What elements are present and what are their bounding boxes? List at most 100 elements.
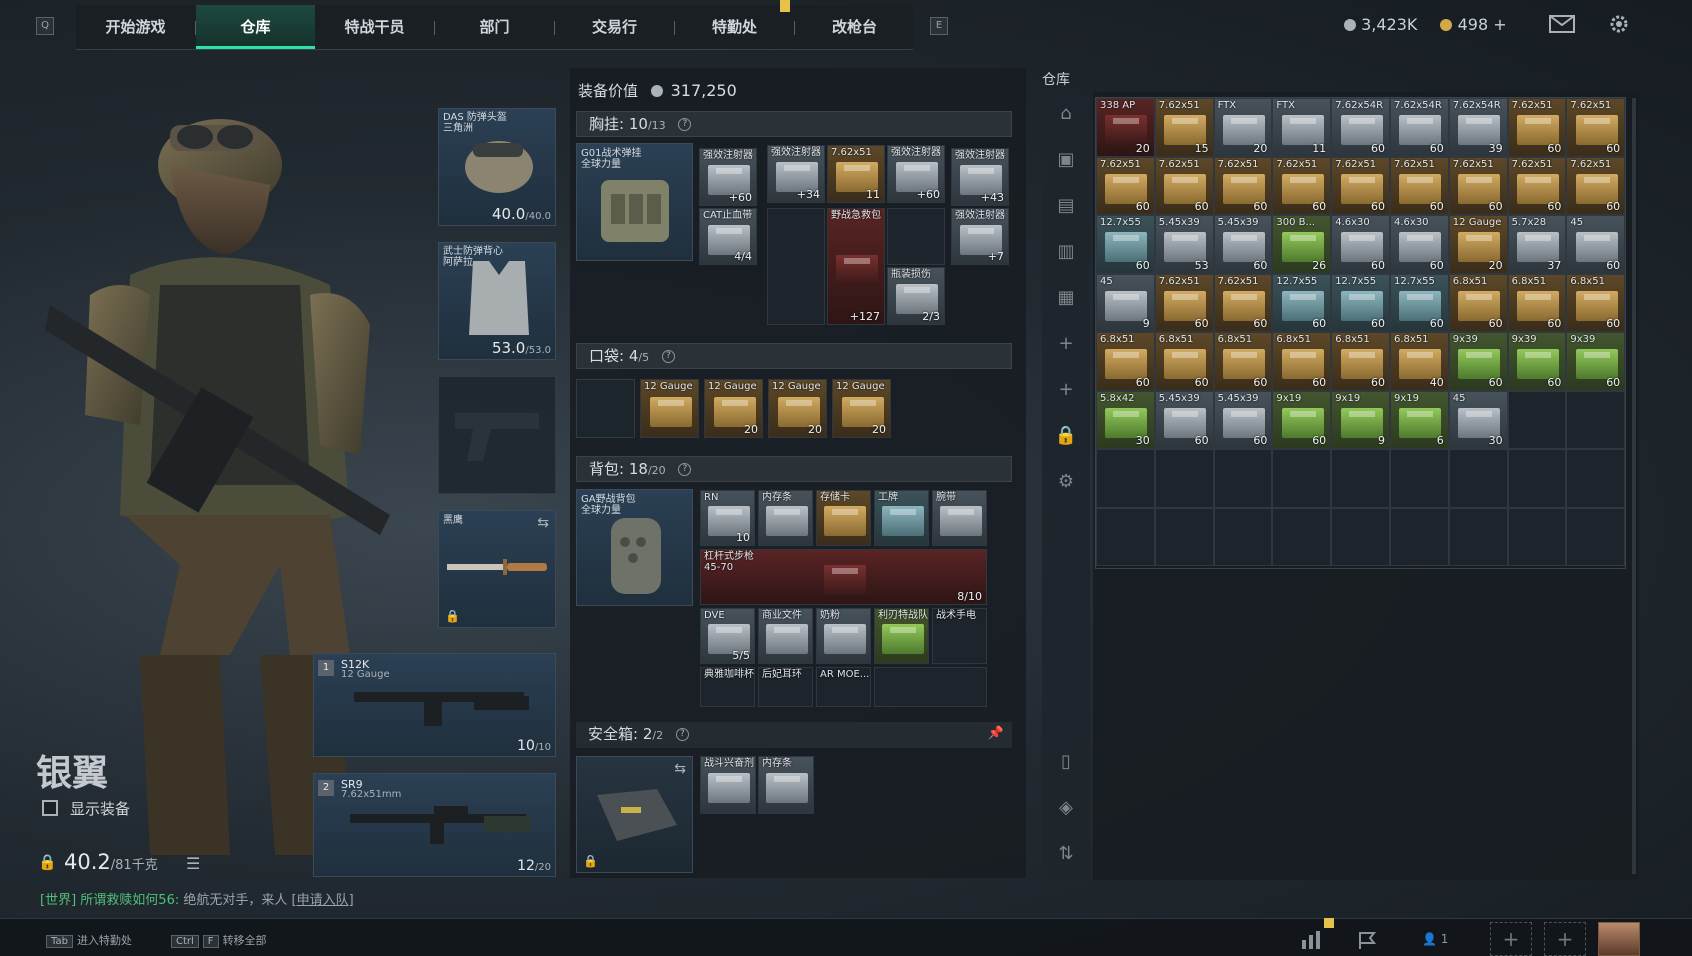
stash-item[interactable]: 7.62x54R 60: [1390, 98, 1449, 157]
stash-empty-cell[interactable]: [1448, 507, 1508, 566]
backpack-empty-slot[interactable]: [874, 667, 987, 707]
tab-department[interactable]: 部门: [435, 5, 554, 49]
primary-weapon-slot[interactable]: 1 S12K 12 Gauge 10/10: [313, 653, 556, 757]
stash-empty-cell[interactable]: [1566, 507, 1626, 566]
show-gear-checkbox[interactable]: [42, 800, 58, 816]
stash-item[interactable]: 6.8x51 60: [1272, 332, 1332, 391]
stash-item[interactable]: 5.45x39 60: [1213, 215, 1273, 274]
melee-slot[interactable]: 黑鹰 ⇆ 🔒: [438, 510, 556, 628]
stash-empty-cell[interactable]: [1566, 449, 1626, 508]
stash-item[interactable]: 9x19 9: [1331, 390, 1390, 449]
camera-icon[interactable]: ▣: [1052, 146, 1080, 174]
safebox-item[interactable]: ⇆ 🔒: [576, 756, 693, 873]
stash-empty-cell[interactable]: [1331, 507, 1390, 566]
stash-item[interactable]: 7.62x54R 39: [1448, 98, 1508, 157]
stash-item[interactable]: 7.62x51 60: [1154, 273, 1214, 332]
stash-empty-cell[interactable]: [1154, 449, 1214, 508]
secondary-weapon-slot[interactable]: 2 SR9 7.62x51mm 12/20: [313, 773, 556, 877]
plus-icon[interactable]: +: [1052, 376, 1080, 404]
stash-item[interactable]: 9x39 60: [1507, 332, 1567, 391]
backpack-item-slot[interactable]: 典雅咖啡杯: [700, 667, 755, 707]
stash-empty-cell[interactable]: [1154, 507, 1214, 566]
layers-icon[interactable]: ◈: [1052, 794, 1080, 822]
stash-item[interactable]: 7.62x51 60: [1154, 156, 1214, 215]
chest-rig-item-slot[interactable]: 强效注射器 +7: [951, 208, 1009, 265]
stash-item[interactable]: 5.8x42 30: [1096, 390, 1155, 449]
pocket-item-slot[interactable]: 12 Gauge 20: [832, 379, 891, 438]
backpack-item-slot[interactable]: 杠杆式步枪 45-70 8/10: [700, 549, 987, 605]
stash-item[interactable]: FTX 11: [1272, 98, 1332, 157]
pocket-item-slot[interactable]: 12 Gauge 20: [704, 379, 763, 438]
stash-item[interactable]: 12.7x55 60: [1272, 273, 1332, 332]
add-teammate-button[interactable]: +: [1544, 922, 1586, 956]
stash-item[interactable]: 5.45x39 60: [1154, 390, 1214, 449]
backpack-item-slot[interactable]: AR MOE...: [816, 667, 871, 707]
chest-rig-item-slot[interactable]: 瓶装损伤 2/3: [887, 267, 945, 325]
stash-item[interactable]: 6.8x51 60: [1154, 332, 1214, 391]
swap-icon[interactable]: ⇆: [674, 761, 686, 777]
swap-icon[interactable]: ⇆: [537, 515, 549, 531]
image-icon[interactable]: ▦: [1052, 284, 1080, 312]
stash-item[interactable]: 300 B... 26: [1272, 215, 1332, 274]
stash-item[interactable]: 7.62x51 60: [1331, 156, 1390, 215]
backpack-item-slot[interactable]: DVE 5/5: [700, 608, 755, 664]
help-icon[interactable]: ?: [678, 118, 692, 131]
stash-item[interactable]: 7.62x51 60: [1507, 98, 1567, 157]
tab-trading[interactable]: 交易行: [555, 5, 674, 49]
lock-icon[interactable]: 🔒: [1052, 422, 1080, 450]
stash-item[interactable]: 7.62x51 60: [1272, 156, 1332, 215]
pocket-item-slot[interactable]: 12 Gauge 20: [768, 379, 827, 438]
stash-item[interactable]: 9x19 60: [1272, 390, 1332, 449]
stash-item[interactable]: FTX 20: [1213, 98, 1273, 157]
settings-gear-icon[interactable]: [1608, 13, 1630, 35]
pocket-item-slot[interactable]: 12 Gauge: [640, 379, 699, 438]
stash-empty-cell[interactable]: [1272, 449, 1332, 508]
add-teammate-button[interactable]: +: [1490, 922, 1532, 956]
enter-special-ops-hint[interactable]: Tab 进入特勤处: [46, 932, 132, 948]
stash-item[interactable]: 6.8x51 60: [1213, 332, 1273, 391]
backpack-item-slot[interactable]: 腕带: [932, 490, 987, 546]
chest-rig-item-slot[interactable]: CAT止血带 4/4: [699, 208, 757, 265]
plus-icon[interactable]: +: [1052, 330, 1080, 358]
chest-rig-empty-slot[interactable]: [767, 208, 825, 325]
chest-rig-item-slot[interactable]: 强效注射器 +43: [951, 148, 1009, 206]
backpack-item[interactable]: GA野战背包 全球力量: [576, 489, 693, 606]
tab-start-game[interactable]: 开始游戏: [76, 5, 195, 49]
tab-operators[interactable]: 特战干员: [315, 5, 434, 49]
transfer-all-hint[interactable]: Ctrl F 转移全部: [171, 932, 267, 948]
sort-icon[interactable]: ⇅: [1052, 840, 1080, 868]
folder-icon[interactable]: ▤: [1052, 192, 1080, 220]
stash-empty-cell[interactable]: [1213, 449, 1273, 508]
tab-gunsmith[interactable]: 改枪台: [795, 5, 914, 49]
help-icon[interactable]: ?: [661, 350, 675, 363]
stash-item[interactable]: 7.62x51 60: [1213, 273, 1273, 332]
stash-item[interactable]: 9x39 60: [1566, 332, 1626, 391]
stash-item[interactable]: 45 60: [1566, 215, 1626, 274]
chat-join-link[interactable]: [申请入队]: [292, 893, 354, 908]
stash-item[interactable]: 7.62x51 60: [1566, 98, 1626, 157]
safebox-item-slot[interactable]: 内存条: [758, 756, 814, 814]
help-icon[interactable]: ?: [678, 463, 692, 476]
folder-alt-icon[interactable]: ▥: [1052, 238, 1080, 266]
stash-item[interactable]: 6.8x51 60: [1331, 332, 1390, 391]
stash-item[interactable]: 5.45x39 60: [1213, 390, 1273, 449]
gold-add-button[interactable]: +: [1493, 15, 1506, 34]
stash-item[interactable]: 5.7x28 37: [1507, 215, 1567, 274]
stash-empty-cell[interactable]: [1096, 507, 1155, 566]
backpack-item-slot[interactable]: 工牌: [874, 490, 929, 546]
tab-warehouse[interactable]: 仓库: [196, 5, 315, 49]
nav-left-key[interactable]: Q: [36, 17, 54, 35]
stash-item[interactable]: 45 9: [1096, 273, 1155, 332]
stash-item[interactable]: 4.6x30 60: [1331, 215, 1390, 274]
stash-empty-cell[interactable]: [1213, 507, 1273, 566]
stash-empty-cell[interactable]: [1507, 449, 1567, 508]
backpack-item-slot[interactable]: 商业文件: [758, 608, 813, 664]
gear-icon[interactable]: ⚙: [1052, 468, 1080, 496]
stash-item[interactable]: 7.62x51 15: [1154, 98, 1214, 157]
stash-item[interactable]: 7.62x51 60: [1566, 156, 1626, 215]
stash-item[interactable]: 12 Gauge 20: [1448, 215, 1508, 274]
pin-icon[interactable]: 📌: [988, 722, 1004, 746]
stash-item[interactable]: 7.62x51 60: [1096, 156, 1155, 215]
stash-empty-cell[interactable]: [1448, 449, 1508, 508]
stash-item[interactable]: 9x39 60: [1448, 332, 1508, 391]
